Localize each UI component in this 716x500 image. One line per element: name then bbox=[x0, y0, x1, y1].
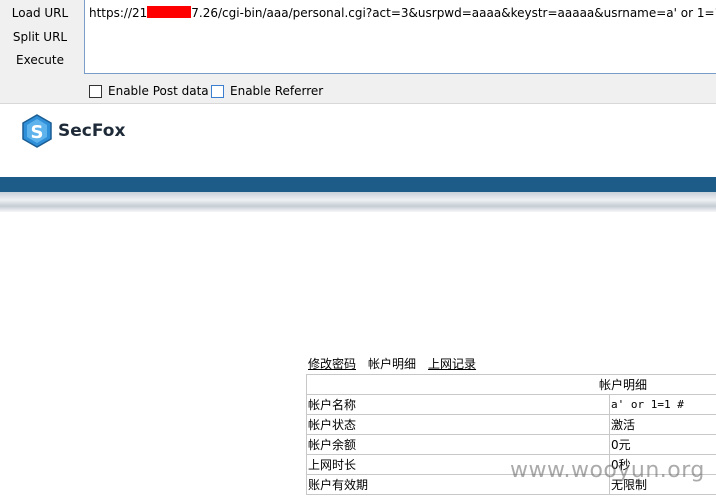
row-value: a' or 1=1 # bbox=[609, 394, 716, 415]
url-suffix: 7.26/cgi-bin/aaa/personal.cgi?act=3&usrp… bbox=[191, 6, 716, 20]
account-nav: 修改密码 帐户明细 上网记录 bbox=[308, 355, 476, 372]
checkbox-box[interactable] bbox=[211, 84, 224, 98]
enable-referrer-label: Enable Referrer bbox=[230, 84, 324, 98]
url-textarea[interactable]: https://21 7.26/cgi-bin/aaa/personal.cgi?… bbox=[84, 0, 716, 74]
execute-button[interactable]: Execute bbox=[0, 53, 80, 67]
watermark: www.wooyun.org bbox=[510, 458, 705, 483]
row-value: 激活 bbox=[609, 414, 716, 435]
row-value: 0元 bbox=[609, 434, 716, 455]
table-header-row: 帐户明细 bbox=[306, 374, 716, 395]
enable-post-data-label: Enable Post data bbox=[108, 84, 209, 98]
table-row: 帐户名称 a' or 1=1 # bbox=[306, 394, 716, 415]
row-label: 帐户名称 bbox=[306, 394, 610, 415]
secfox-logo: S SecFox bbox=[20, 114, 125, 148]
change-password-link[interactable]: 修改密码 bbox=[308, 355, 356, 372]
enable-post-data-checkbox[interactable]: Enable Post data bbox=[89, 84, 209, 98]
table-row: 帐户余额 0元 bbox=[306, 434, 716, 455]
header-gradient-bar bbox=[0, 192, 716, 212]
enable-referrer-checkbox[interactable]: Enable Referrer bbox=[211, 84, 323, 98]
url-prefix: https://21 bbox=[89, 6, 148, 20]
svg-text:S: S bbox=[31, 122, 44, 143]
header-bar bbox=[0, 177, 716, 192]
account-detail-tab: 帐户明细 bbox=[368, 357, 417, 371]
secfox-shield-icon: S bbox=[22, 114, 52, 148]
checkbox-box[interactable] bbox=[89, 84, 102, 98]
load-url-button[interactable]: Load URL bbox=[0, 6, 80, 20]
hackbar-panel: Load URL Split URL Execute https://21 7.2… bbox=[0, 0, 716, 104]
table-row: 帐户状态 激活 bbox=[306, 414, 716, 435]
redaction-mark bbox=[147, 6, 192, 18]
row-label: 帐户状态 bbox=[306, 414, 610, 435]
row-label: 帐户余额 bbox=[306, 434, 610, 455]
login-records-link[interactable]: 上网记录 bbox=[428, 355, 476, 372]
brand-name: SecFox bbox=[58, 121, 126, 141]
split-url-button[interactable]: Split URL bbox=[0, 30, 80, 44]
table-header: 帐户明细 bbox=[306, 374, 716, 395]
